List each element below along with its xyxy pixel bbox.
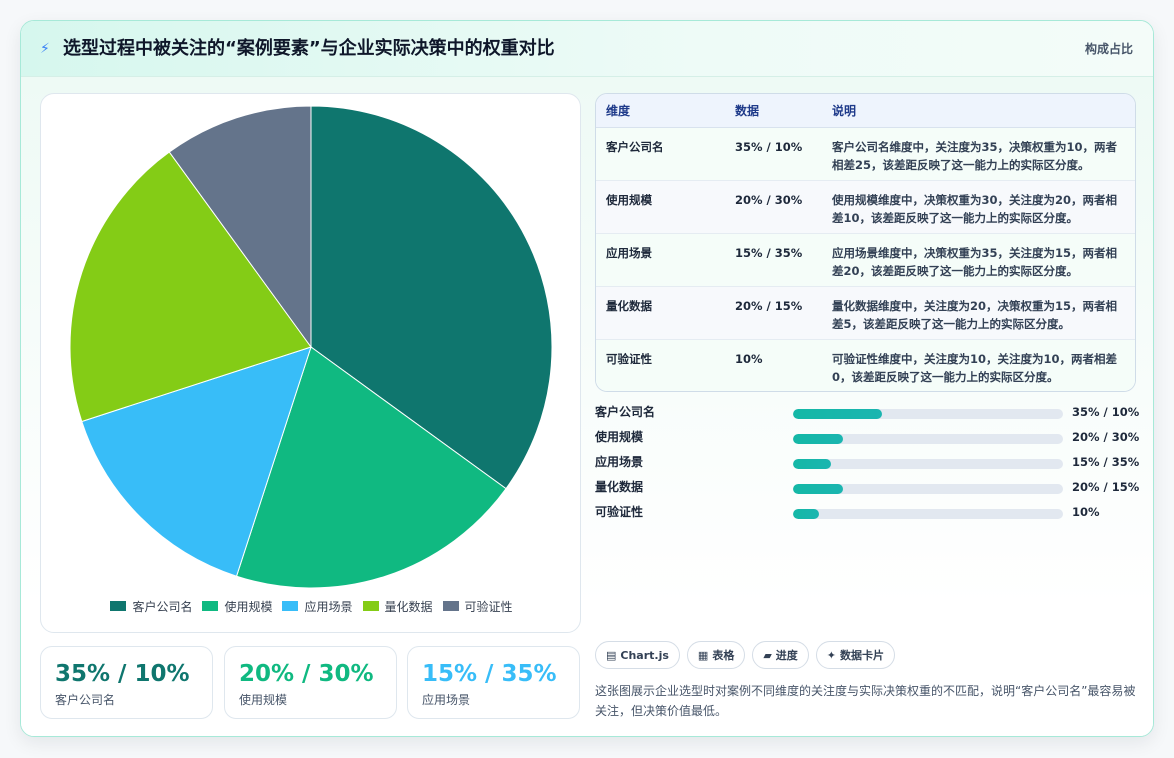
chip-label: 数据卡片: [840, 649, 885, 662]
legend-label: 量化数据: [384, 599, 433, 614]
summary-note: 这张图展示企业选型时对案例不同维度的关注度与实际决策权重的不匹配，说明“客户公司…: [595, 684, 1136, 718]
progress-value: 15% / 35%: [1072, 455, 1140, 469]
sparkle-icon: ✦: [826, 648, 837, 662]
cell-description: 量化数据维度中，关注度为20，决策权重为15，两者相差5，该差距反映了这一能力上…: [832, 298, 1118, 331]
kpi-label: 客户公司名: [55, 693, 116, 707]
cell-data: 35% / 10%: [735, 139, 803, 154]
progress-label: 量化数据: [595, 480, 644, 494]
table-row: 客户公司名 35% / 10% 客户公司名维度中，关注度为35，决策权重为10，…: [596, 127, 1135, 180]
progress-track: [793, 484, 1063, 494]
page-title: 选型过程中被关注的“案例要素”与企业实际决策中的权重对比: [63, 38, 555, 59]
chip-label: Chart.js: [620, 648, 669, 662]
chip-progress[interactable]: ▰ 进度: [752, 641, 809, 669]
progress-fill: [793, 509, 819, 519]
cell-data: 20% / 15%: [735, 298, 803, 313]
data-table: 维度 数据 说明 客户公司名 35% / 10% 客户公司名维度中，关注度为35…: [596, 94, 1135, 391]
column-header: 说明: [822, 94, 1135, 128]
chart-legend: 客户公司名 使用规模 应用场景 量化数据 可验证性: [41, 596, 582, 616]
column-header: 维度: [596, 94, 725, 128]
progress-value: 20% / 30%: [1072, 430, 1140, 444]
cell-dimension: 可验证性: [606, 351, 652, 366]
progress-track: [793, 509, 1063, 519]
progress-row: 量化数据 20% / 15%: [595, 476, 1140, 501]
legend-item[interactable]: 量化数据: [362, 598, 433, 615]
kpi-card: 15% / 35% 应用场景: [407, 646, 580, 719]
table-header-row: 维度 数据 说明: [596, 94, 1135, 128]
data-table-panel: 维度 数据 说明 客户公司名 35% / 10% 客户公司名维度中，关注度为35…: [595, 93, 1136, 392]
progress-row: 可验证性 10%: [595, 501, 1136, 526]
legend-label: 使用规模: [224, 599, 273, 614]
progress-track: [793, 434, 1063, 444]
header-tag: 构成占比: [1084, 42, 1133, 56]
cell-dimension: 量化数据: [606, 298, 652, 313]
table-row: 可验证性 10% 可验证性维度中，关注度为10，关注度为10，两者相差0，该差距…: [596, 339, 1135, 391]
legend-swatch: [202, 601, 219, 611]
progress-label: 应用场景: [595, 455, 644, 469]
progress-fill: [793, 409, 883, 419]
bolt-icon: ⚡: [40, 41, 50, 57]
progress-fill: [793, 434, 843, 444]
legend-swatch: [362, 601, 379, 611]
column-header: 数据: [725, 94, 822, 128]
pie-chart-panel: 客户公司名 使用规模 应用场景 量化数据 可验证性: [40, 93, 581, 633]
legend-label: 可验证性: [464, 599, 513, 614]
pie-chart: [69, 105, 553, 589]
tech-chips: ▤ Chart.js ▦ 表格 ▰ 进度 ✦ 数据卡片: [595, 641, 896, 669]
chart-icon: ▤: [606, 648, 617, 662]
cell-dimension: 使用规模: [606, 192, 652, 207]
legend-item[interactable]: 使用规模: [202, 598, 272, 615]
cell-description: 应用场景维度中，决策权重为35，关注度为15，两者相差20，该差距反映了这一能力…: [832, 245, 1118, 278]
progress-row: 应用场景 15% / 35%: [595, 451, 1140, 476]
progress-value: 35% / 10%: [1072, 405, 1140, 419]
chip-label: 表格: [712, 649, 735, 662]
progress-track: [793, 409, 1063, 419]
kpi-label: 使用规模: [239, 693, 288, 707]
legend-label: 客户公司名: [132, 599, 193, 614]
kpi-value: 15% / 35%: [422, 661, 557, 687]
table-row: 量化数据 20% / 15% 量化数据维度中，关注度为20，决策权重为15，两者…: [596, 286, 1135, 339]
progress-value: 10%: [1072, 505, 1100, 519]
progress-label: 可验证性: [595, 505, 644, 519]
cell-description: 客户公司名维度中，关注度为35，决策权重为10，两者相差25，该差距反映了这一能…: [832, 139, 1118, 172]
cell-data: 20% / 30%: [735, 192, 803, 207]
kpi-label: 应用场景: [422, 693, 471, 707]
progress-value: 20% / 15%: [1072, 480, 1140, 494]
progress-label: 使用规模: [595, 430, 644, 444]
chip-label: 进度: [775, 649, 798, 662]
table-row: 应用场景 15% / 35% 应用场景维度中，决策权重为35，关注度为15，两者…: [596, 233, 1135, 286]
progress-list: 客户公司名 35% / 10% 使用规模 20% / 30% 应用场景 15% …: [595, 401, 1140, 526]
progress-track: [793, 459, 1063, 469]
chip-table[interactable]: ▦ 表格: [686, 641, 746, 669]
kpi-value: 20% / 30%: [239, 661, 374, 687]
cell-description: 使用规模维度中，决策权重为30，关注度为20，两者相差10，该差距反映了这一能力…: [832, 192, 1118, 225]
progress-row: 客户公司名 35% / 10%: [595, 401, 1140, 426]
progress-icon: ▰: [763, 648, 772, 662]
legend-label: 应用场景: [304, 599, 353, 614]
table-icon: ▦: [697, 648, 709, 662]
kpi-card: 20% / 30% 使用规模: [224, 646, 397, 719]
cell-data: 10%: [735, 351, 763, 366]
legend-item[interactable]: 应用场景: [282, 598, 353, 615]
chip-datacard[interactable]: ✦ 数据卡片: [815, 641, 896, 669]
chip-chartjs[interactable]: ▤ Chart.js: [595, 641, 680, 669]
kpi-card: 35% / 10% 客户公司名: [40, 646, 213, 719]
cell-data: 15% / 35%: [735, 245, 803, 260]
progress-fill: [793, 459, 831, 469]
cell-dimension: 应用场景: [606, 245, 652, 260]
legend-swatch: [442, 601, 459, 611]
legend-item[interactable]: 可验证性: [442, 598, 513, 615]
legend-swatch: [282, 601, 299, 611]
progress-row: 使用规模 20% / 30%: [595, 426, 1140, 451]
card-header: ⚡ 选型过程中被关注的“案例要素”与企业实际决策中的权重对比 构成占比: [21, 21, 1153, 77]
progress-label: 客户公司名: [595, 405, 656, 419]
table-row: 使用规模 20% / 30% 使用规模维度中，决策权重为30，关注度为20，两者…: [596, 180, 1135, 233]
progress-fill: [793, 484, 843, 494]
cell-dimension: 客户公司名: [606, 139, 664, 154]
legend-item[interactable]: 客户公司名: [110, 598, 192, 615]
cell-description: 可验证性维度中，关注度为10，关注度为10，两者相差0，该差距反映了这一能力上的…: [832, 351, 1118, 384]
kpi-value: 35% / 10%: [55, 661, 190, 687]
dashboard-card: ⚡ 选型过程中被关注的“案例要素”与企业实际决策中的权重对比 构成占比 客户公司…: [20, 20, 1154, 737]
legend-swatch: [110, 601, 127, 611]
